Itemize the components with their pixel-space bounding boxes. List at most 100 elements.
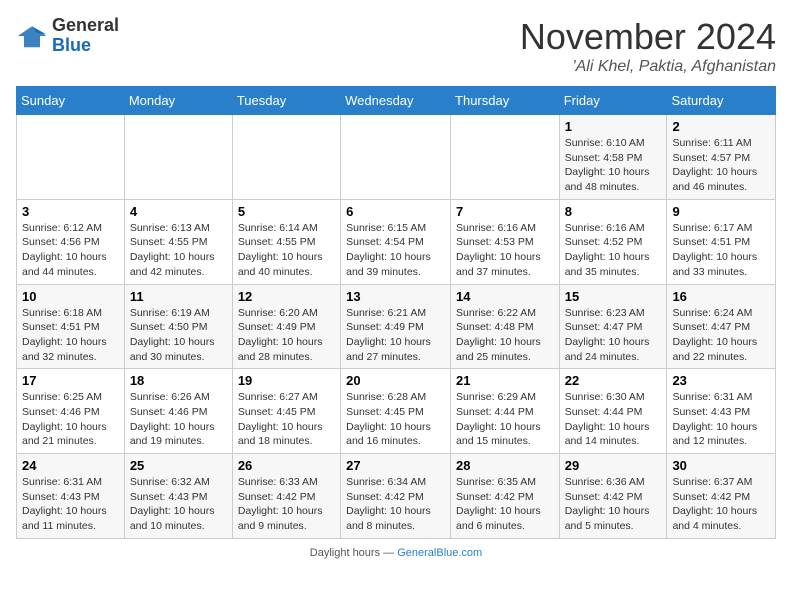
- calendar-cell: 3 Sunrise: 6:12 AMSunset: 4:56 PMDaylight…: [17, 199, 125, 284]
- footer-link[interactable]: GeneralBlue.com: [397, 547, 482, 559]
- day-info: Sunrise: 6:33 AMSunset: 4:42 PMDaylight:…: [238, 475, 335, 534]
- calendar-cell: 20 Sunrise: 6:28 AMSunset: 4:45 PMDayligh…: [341, 369, 451, 454]
- column-header-tuesday: Tuesday: [232, 87, 340, 115]
- calendar-cell: 26 Sunrise: 6:33 AMSunset: 4:42 PMDayligh…: [232, 454, 340, 539]
- day-number: 14: [456, 289, 554, 304]
- day-number: 24: [22, 458, 119, 473]
- calendar-cell: 17 Sunrise: 6:25 AMSunset: 4:46 PMDayligh…: [17, 369, 125, 454]
- day-number: 29: [565, 458, 662, 473]
- day-number: 20: [346, 373, 445, 388]
- day-info: Sunrise: 6:36 AMSunset: 4:42 PMDaylight:…: [565, 475, 662, 534]
- day-info: Sunrise: 6:20 AMSunset: 4:49 PMDaylight:…: [238, 306, 335, 365]
- calendar-cell: [341, 115, 451, 200]
- calendar-week-row: 1Sunrise: 6:10 AMSunset: 4:58 PMDaylight…: [17, 115, 776, 200]
- logo-text: General Blue: [52, 16, 119, 56]
- day-number: 26: [238, 458, 335, 473]
- day-number: 6: [346, 204, 445, 219]
- calendar-week-row: 3 Sunrise: 6:12 AMSunset: 4:56 PMDaylight…: [17, 199, 776, 284]
- footer: Daylight hours — GeneralBlue.com: [16, 547, 776, 559]
- calendar-cell: 28Sunrise: 6:35 AMSunset: 4:42 PMDayligh…: [451, 454, 560, 539]
- day-info: Sunrise: 6:16 AMSunset: 4:52 PMDaylight:…: [565, 221, 662, 280]
- calendar-cell: 12 Sunrise: 6:20 AMSunset: 4:49 PMDayligh…: [232, 284, 340, 369]
- calendar-cell: 18 Sunrise: 6:26 AMSunset: 4:46 PMDayligh…: [124, 369, 232, 454]
- day-number: 11: [130, 289, 227, 304]
- calendar-cell: 10 Sunrise: 6:18 AMSunset: 4:51 PMDayligh…: [17, 284, 125, 369]
- day-number: 23: [672, 373, 770, 388]
- day-info: Sunrise: 6:18 AMSunset: 4:51 PMDaylight:…: [22, 306, 119, 365]
- calendar-cell: 23 Sunrise: 6:31 AMSunset: 4:43 PMDayligh…: [667, 369, 776, 454]
- calendar-cell: 7Sunrise: 6:16 AMSunset: 4:53 PMDaylight…: [451, 199, 560, 284]
- day-number: 2: [672, 119, 770, 134]
- calendar-cell: [17, 115, 125, 200]
- day-number: 8: [565, 204, 662, 219]
- column-header-wednesday: Wednesday: [341, 87, 451, 115]
- calendar-cell: 25Sunrise: 6:32 AMSunset: 4:43 PMDayligh…: [124, 454, 232, 539]
- day-number: 21: [456, 373, 554, 388]
- day-info: Sunrise: 6:23 AMSunset: 4:47 PMDaylight:…: [565, 306, 662, 365]
- calendar-week-row: 24 Sunrise: 6:31 AMSunset: 4:43 PMDayligh…: [17, 454, 776, 539]
- day-info: Sunrise: 6:14 AMSunset: 4:55 PMDaylight:…: [238, 221, 335, 280]
- day-number: 17: [22, 373, 119, 388]
- logo-blue: Blue: [52, 35, 91, 55]
- day-number: 4: [130, 204, 227, 219]
- day-number: 25: [130, 458, 227, 473]
- day-number: 3: [22, 204, 119, 219]
- day-info: Sunrise: 6:34 AMSunset: 4:42 PMDaylight:…: [346, 475, 445, 534]
- calendar-table: SundayMondayTuesdayWednesdayThursdayFrid…: [16, 86, 776, 539]
- day-info: Sunrise: 6:24 AMSunset: 4:47 PMDaylight:…: [672, 306, 770, 365]
- day-number: 16: [672, 289, 770, 304]
- calendar-cell: [451, 115, 560, 200]
- day-info: Sunrise: 6:28 AMSunset: 4:45 PMDaylight:…: [346, 390, 445, 449]
- day-info: Sunrise: 6:25 AMSunset: 4:46 PMDaylight:…: [22, 390, 119, 449]
- day-info: Sunrise: 6:37 AMSunset: 4:42 PMDaylight:…: [672, 475, 770, 534]
- logo: General Blue: [16, 16, 119, 56]
- footer-text: Daylight hours: [310, 547, 380, 559]
- calendar-cell: 24 Sunrise: 6:31 AMSunset: 4:43 PMDayligh…: [17, 454, 125, 539]
- day-info: Sunrise: 6:26 AMSunset: 4:46 PMDaylight:…: [130, 390, 227, 449]
- calendar-cell: 21 Sunrise: 6:29 AMSunset: 4:44 PMDayligh…: [451, 369, 560, 454]
- day-number: 10: [22, 289, 119, 304]
- day-info: Sunrise: 6:13 AMSunset: 4:55 PMDaylight:…: [130, 221, 227, 280]
- calendar-cell: [124, 115, 232, 200]
- day-info: Sunrise: 6:12 AMSunset: 4:56 PMDaylight:…: [22, 221, 119, 280]
- calendar-cell: 1Sunrise: 6:10 AMSunset: 4:58 PMDaylight…: [559, 115, 667, 200]
- calendar-cell: 19 Sunrise: 6:27 AMSunset: 4:45 PMDayligh…: [232, 369, 340, 454]
- day-info: Sunrise: 6:27 AMSunset: 4:45 PMDaylight:…: [238, 390, 335, 449]
- day-info: Sunrise: 6:35 AMSunset: 4:42 PMDaylight:…: [456, 475, 554, 534]
- calendar-cell: 27Sunrise: 6:34 AMSunset: 4:42 PMDayligh…: [341, 454, 451, 539]
- page-header: General Blue November 2024 'Ali Khel, Pa…: [16, 16, 776, 76]
- calendar-cell: 11 Sunrise: 6:19 AMSunset: 4:50 PMDayligh…: [124, 284, 232, 369]
- day-number: 18: [130, 373, 227, 388]
- day-info: Sunrise: 6:17 AMSunset: 4:51 PMDaylight:…: [672, 221, 770, 280]
- day-info: Sunrise: 6:19 AMSunset: 4:50 PMDaylight:…: [130, 306, 227, 365]
- calendar-cell: [232, 115, 340, 200]
- calendar-cell: 5 Sunrise: 6:14 AMSunset: 4:55 PMDaylight…: [232, 199, 340, 284]
- day-info: Sunrise: 6:10 AMSunset: 4:58 PMDaylight:…: [565, 136, 662, 195]
- column-header-monday: Monday: [124, 87, 232, 115]
- day-number: 15: [565, 289, 662, 304]
- column-header-sunday: Sunday: [17, 87, 125, 115]
- calendar-cell: 15 Sunrise: 6:23 AMSunset: 4:47 PMDayligh…: [559, 284, 667, 369]
- calendar-cell: 22Sunrise: 6:30 AMSunset: 4:44 PMDayligh…: [559, 369, 667, 454]
- day-info: Sunrise: 6:15 AMSunset: 4:54 PMDaylight:…: [346, 221, 445, 280]
- day-number: 22: [565, 373, 662, 388]
- day-number: 5: [238, 204, 335, 219]
- day-number: 19: [238, 373, 335, 388]
- day-info: Sunrise: 6:21 AMSunset: 4:49 PMDaylight:…: [346, 306, 445, 365]
- day-number: 9: [672, 204, 770, 219]
- calendar-cell: 8 Sunrise: 6:16 AMSunset: 4:52 PMDaylight…: [559, 199, 667, 284]
- calendar-week-row: 10 Sunrise: 6:18 AMSunset: 4:51 PMDayligh…: [17, 284, 776, 369]
- logo-bird-icon: [16, 20, 48, 52]
- calendar-cell: 29 Sunrise: 6:36 AMSunset: 4:42 PMDayligh…: [559, 454, 667, 539]
- day-number: 12: [238, 289, 335, 304]
- day-number: 13: [346, 289, 445, 304]
- day-info: Sunrise: 6:29 AMSunset: 4:44 PMDaylight:…: [456, 390, 554, 449]
- calendar-cell: 30 Sunrise: 6:37 AMSunset: 4:42 PMDayligh…: [667, 454, 776, 539]
- logo-general: General: [52, 15, 119, 35]
- title-block: November 2024 'Ali Khel, Paktia, Afghani…: [520, 16, 776, 76]
- day-info: Sunrise: 6:16 AMSunset: 4:53 PMDaylight:…: [456, 221, 554, 280]
- day-info: Sunrise: 6:31 AMSunset: 4:43 PMDaylight:…: [22, 475, 119, 534]
- day-info: Sunrise: 6:31 AMSunset: 4:43 PMDaylight:…: [672, 390, 770, 449]
- calendar-cell: 9 Sunrise: 6:17 AMSunset: 4:51 PMDaylight…: [667, 199, 776, 284]
- day-number: 30: [672, 458, 770, 473]
